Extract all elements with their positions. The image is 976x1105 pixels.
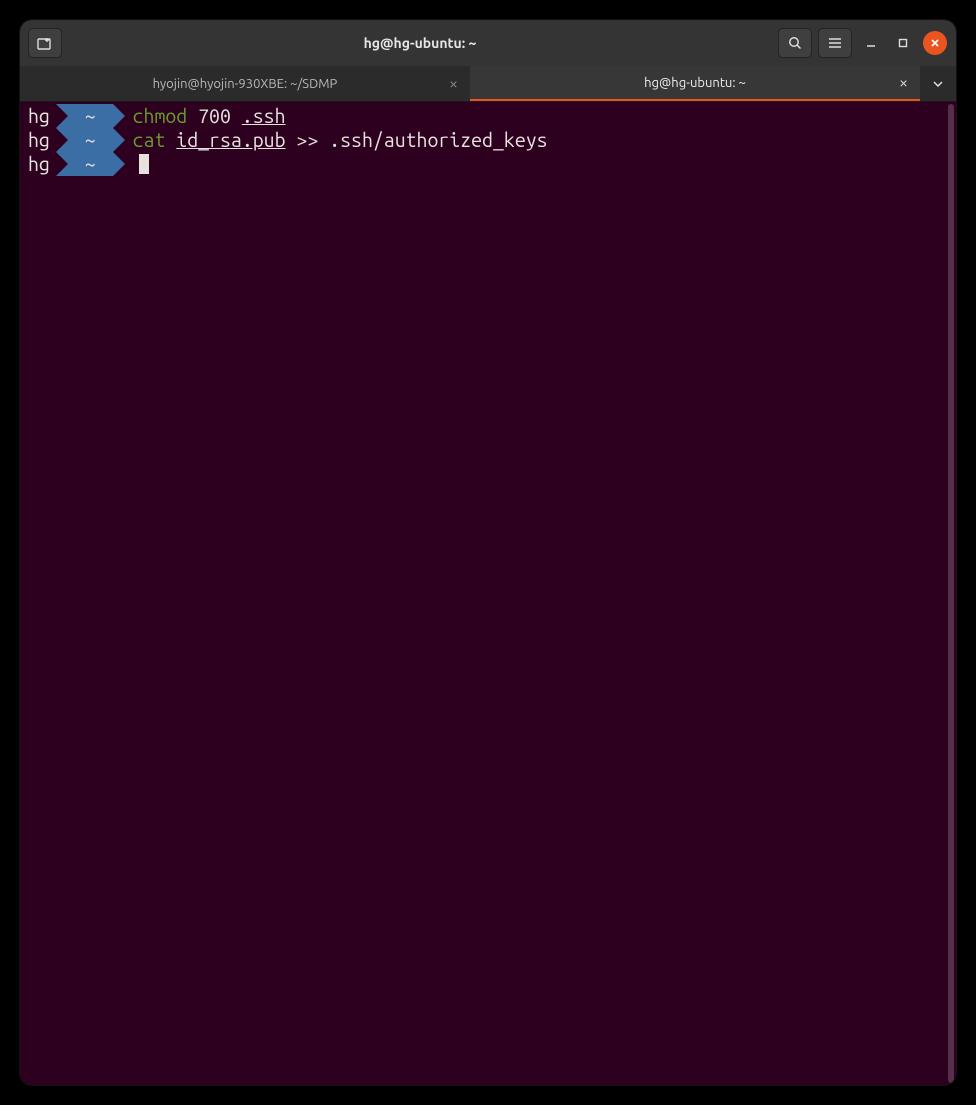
tab-active[interactable]: hg@hg-ubuntu: ~ ×	[470, 66, 920, 101]
prompt-path: ~	[70, 128, 113, 152]
terminal-line: hg ~ chmod 700 .ssh	[20, 104, 956, 128]
prompt-chevron-icon	[56, 104, 70, 128]
command-text: chmod 700 .ssh	[127, 104, 286, 128]
minimize-button[interactable]	[858, 30, 884, 56]
terminal-line: hg ~	[20, 152, 956, 176]
terminal-window: hg@hg-ubuntu: ~	[20, 20, 956, 1085]
hamburger-icon	[828, 37, 842, 49]
prompt-chevron-icon	[113, 152, 127, 176]
new-tab-icon	[37, 36, 53, 50]
menu-button[interactable]	[818, 28, 852, 58]
tab-label: hg@hg-ubuntu: ~	[644, 76, 746, 90]
search-button[interactable]	[778, 28, 812, 58]
titlebar: hg@hg-ubuntu: ~	[20, 20, 956, 66]
tab-close-icon[interactable]: ×	[899, 75, 908, 91]
prompt-path: ~	[70, 152, 113, 176]
close-icon	[930, 38, 940, 48]
prompt-user: hg	[20, 152, 56, 176]
prompt-chevron-icon	[113, 104, 127, 128]
prompt-user: hg	[20, 128, 56, 152]
tab-label: hyojin@hyojin-930XBE: ~/SDMP	[153, 77, 338, 91]
minimize-icon	[865, 37, 877, 49]
terminal-line: hg ~ cat id_rsa.pub >> .ssh/authorized_k…	[20, 128, 956, 152]
chevron-down-icon	[933, 81, 943, 87]
maximize-icon	[897, 37, 909, 49]
tab-inactive[interactable]: hyojin@hyojin-930XBE: ~/SDMP ×	[20, 66, 470, 101]
new-tab-button[interactable]	[28, 28, 62, 58]
prompt-user: hg	[20, 104, 56, 128]
tab-close-icon[interactable]: ×	[449, 76, 458, 92]
prompt-chevron-icon	[56, 128, 70, 152]
terminal-viewport[interactable]: hg ~ chmod 700 .sshhg ~ cat id_rsa.pub >…	[20, 102, 956, 1085]
prompt-path: ~	[70, 104, 113, 128]
close-button[interactable]	[922, 30, 948, 56]
prompt-chevron-icon	[56, 152, 70, 176]
cursor	[139, 154, 149, 174]
tab-bar: hyojin@hyojin-930XBE: ~/SDMP × hg@hg-ubu…	[20, 66, 956, 102]
window-title: hg@hg-ubuntu: ~	[68, 35, 772, 51]
maximize-button[interactable]	[890, 30, 916, 56]
scrollbar[interactable]	[948, 104, 954, 1083]
command-text: cat id_rsa.pub >> .ssh/authorized_keys	[127, 128, 548, 152]
prompt-chevron-icon	[113, 128, 127, 152]
tab-dropdown-button[interactable]	[920, 66, 956, 101]
search-icon	[788, 36, 802, 50]
